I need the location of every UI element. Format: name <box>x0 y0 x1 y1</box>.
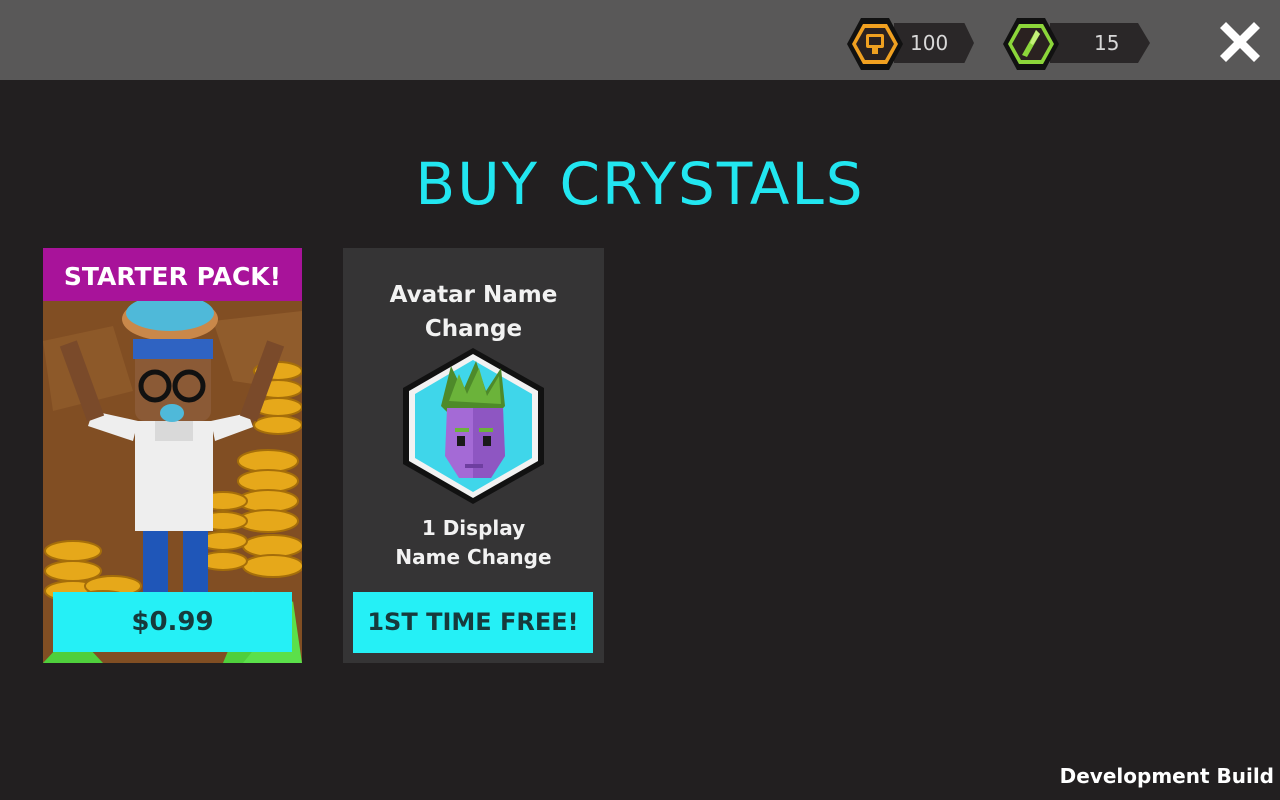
page-title: BUY CRYSTALS <box>415 150 865 218</box>
starter-pack-price-button[interactable]: $0.99 <box>53 592 292 652</box>
coin-count: 100 <box>910 31 949 55</box>
crystal-counter: 15 <box>1002 15 1156 73</box>
name-change-desc-line1: 1 Display <box>421 516 526 540</box>
starter-pack-banner: STARTER PACK! <box>43 248 302 301</box>
development-build-label: Development Build <box>1059 764 1274 788</box>
name-change-card[interactable]: Avatar Name Change 1 Display Name Change… <box>343 248 604 663</box>
name-change-title: Avatar Name Change <box>343 278 604 346</box>
name-change-title-line1: Avatar Name <box>389 282 558 308</box>
crystal-count: 15 <box>1094 31 1120 55</box>
coin-counter: 100 <box>846 15 986 73</box>
name-change-title-line2: Change <box>424 316 523 342</box>
name-change-desc-line2: Name Change <box>395 545 552 569</box>
close-icon[interactable] <box>1212 14 1268 70</box>
starter-pack-card[interactable]: STARTER PACK! $0.99 <box>43 248 302 663</box>
coin-icon <box>847 18 903 70</box>
avatar-head-icon <box>403 348 544 504</box>
top-bar: 100 15 <box>0 0 1280 80</box>
name-change-free-button[interactable]: 1ST TIME FREE! <box>353 592 593 653</box>
crystal-icon <box>1003 18 1059 70</box>
name-change-description: 1 Display Name Change <box>343 514 604 572</box>
